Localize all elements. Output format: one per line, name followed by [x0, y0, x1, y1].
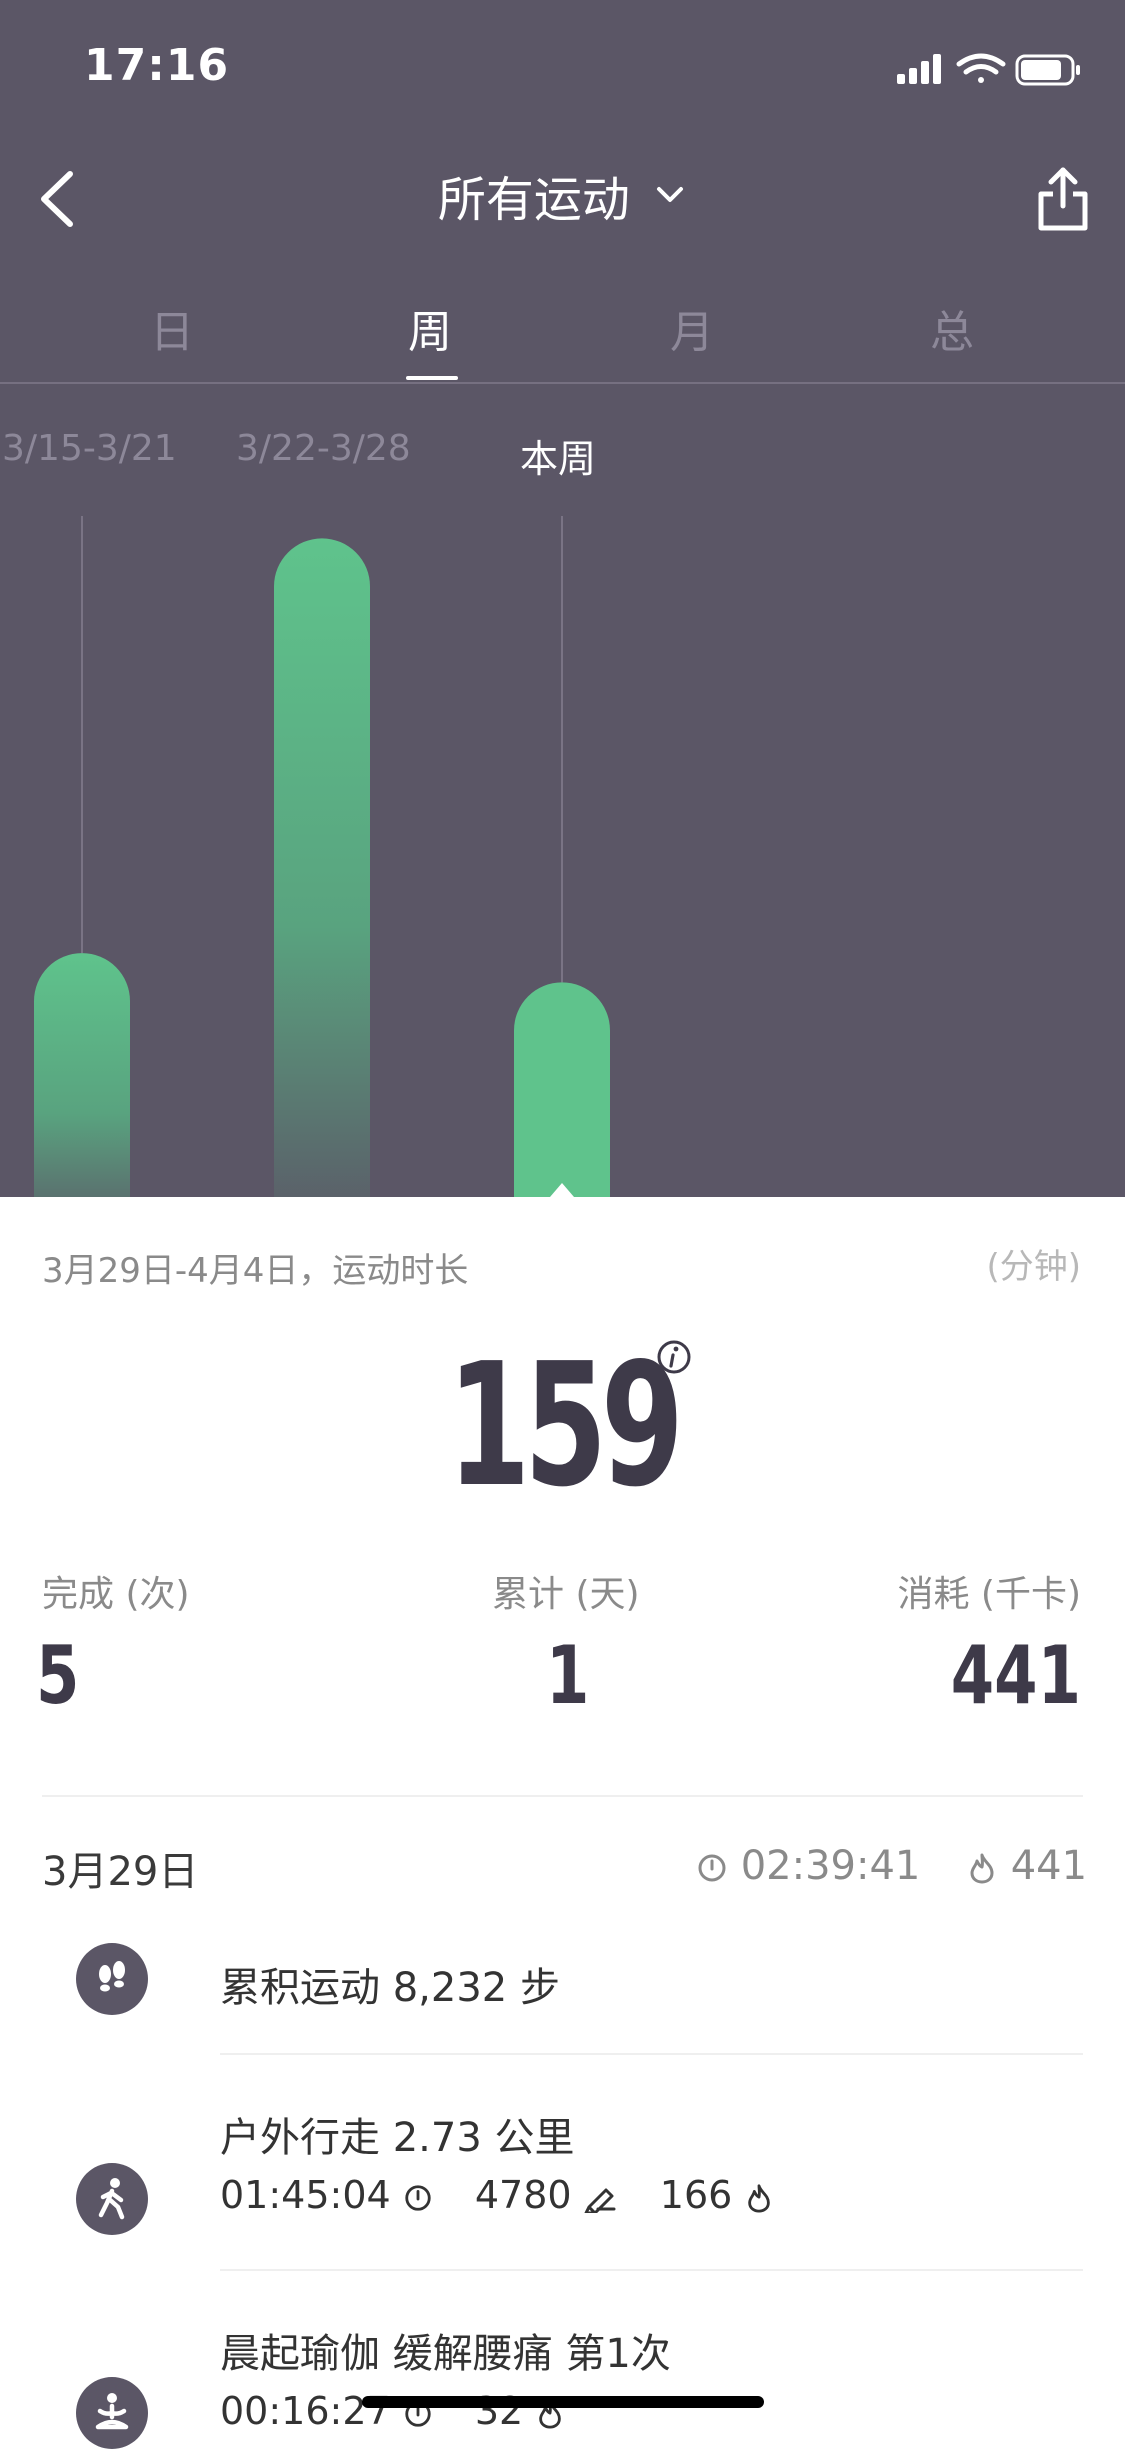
period-tabs: 日 周 月 总 — [0, 290, 1125, 384]
day-duration: 02:39:41 — [696, 1843, 920, 1889]
walk-duration: 01:45:04 — [220, 2173, 391, 2217]
nav-title: 所有运动 — [437, 172, 630, 228]
weekly-duration-chart — [34, 516, 610, 1197]
summary-card: 3月29日-4月4日，运动时长 (分钟) 159 完成 (次) 累计 (天) 消… — [0, 1197, 1125, 2449]
stat-value-calories: 441 — [950, 1629, 1081, 1722]
share-icon — [1038, 167, 1088, 231]
activity-title-walk[interactable]: 户外行走 2.73 公里 — [220, 2105, 575, 2163]
summary-label: 3月29日-4月4日，运动时长 — [42, 1251, 469, 1291]
period-label-2[interactable]: 3/22-3/28 — [236, 428, 411, 469]
stat-value-completed: 5 — [36, 1629, 80, 1722]
steps-icon — [584, 2188, 616, 2213]
day-calories: 441 — [966, 1843, 1087, 1889]
status-time: 17:16 — [84, 40, 230, 91]
chart-bar-3[interactable] — [514, 982, 610, 1197]
period-label-1[interactable]: 3/15-3/21 — [2, 428, 177, 469]
day-calories-text: 441 — [1010, 1843, 1088, 1889]
divider — [220, 2269, 1083, 2271]
tab-day[interactable]: 日 — [112, 296, 232, 360]
chart-bar-2[interactable] — [274, 538, 370, 1197]
header-area: 17:16 所有运动 日 周 月 总 3/15-3/21 3/22-3/28 本… — [0, 0, 1125, 1197]
sport-type-dropdown[interactable]: 所有运动 — [0, 160, 1125, 230]
tab-total[interactable]: 总 — [892, 296, 1012, 360]
walk-calories: 166 — [659, 2173, 733, 2217]
wifi-icon — [956, 53, 1006, 83]
battery-icon — [1015, 54, 1080, 86]
yoga-icon — [76, 2377, 148, 2449]
status-icons — [885, 50, 1085, 90]
stat-label-days: 累计 (天) — [492, 1574, 640, 1615]
day-date: 3月29日 — [42, 1849, 199, 1895]
total-duration-value: 159 — [447, 1327, 684, 1525]
activity-title-yoga[interactable]: 晨起瑜伽 缓解腰痛 第1次 — [220, 2321, 671, 2379]
chart-bar-1[interactable] — [34, 953, 130, 1197]
home-indicator[interactable] — [362, 2396, 764, 2408]
share-button[interactable] — [1031, 164, 1095, 236]
divider — [220, 2053, 1083, 2055]
stat-label-calories: 消耗 (千卡) — [897, 1574, 1081, 1615]
activity-title-steps[interactable]: 累积运动 8,232 步 — [220, 1955, 560, 2013]
summary-unit: (分钟) — [986, 1247, 1081, 1287]
day-duration-text: 02:39:41 — [740, 1843, 921, 1889]
tab-week[interactable]: 周 — [370, 296, 490, 360]
activity-meta-walk: 01:45:04 4780 166 — [220, 2173, 774, 2217]
timer-icon — [698, 1854, 726, 1882]
footprints-icon — [76, 1943, 148, 2015]
flame-icon — [970, 1853, 994, 1884]
signal-icon — [897, 54, 941, 84]
walk-steps: 4780 — [474, 2173, 572, 2217]
info-icon[interactable] — [656, 1339, 692, 1375]
stat-value-days: 1 — [546, 1629, 590, 1722]
stat-label-completed: 完成 (次) — [42, 1574, 190, 1615]
flame-icon — [748, 2183, 771, 2213]
tab-month[interactable]: 月 — [632, 296, 752, 360]
active-tab-indicator — [406, 376, 458, 380]
chevron-down-icon — [657, 187, 684, 202]
timer-icon — [405, 2184, 431, 2211]
walking-icon — [76, 2163, 148, 2235]
divider — [42, 1795, 1083, 1797]
